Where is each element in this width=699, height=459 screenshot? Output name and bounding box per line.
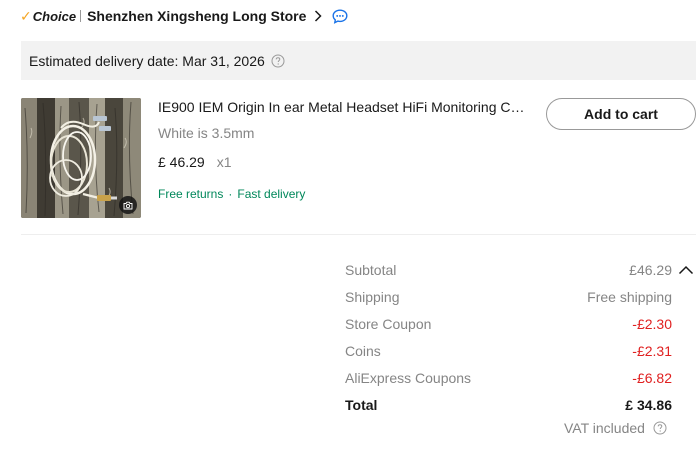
chevron-right-icon[interactable]	[314, 10, 322, 22]
summary-row-total: Total £ 34.86	[345, 391, 672, 418]
product-quantity: x1	[216, 154, 232, 170]
product-image[interactable]	[21, 98, 141, 218]
chevron-up-icon[interactable]	[678, 262, 694, 280]
choice-label: Choice	[32, 8, 77, 24]
product-price: £ 46.29	[158, 154, 205, 170]
vat-note: VAT included	[564, 420, 667, 436]
summary-row-store-coupon: Store Coupon -£2.30	[345, 310, 672, 337]
summary-row-aliexpress-coupons: AliExpress Coupons -£6.82	[345, 364, 672, 391]
choice-check-icon: ✓	[20, 7, 32, 24]
store-name-link[interactable]: Shenzhen Xingsheng Long Store	[87, 8, 306, 24]
aliexpress-coupons-label: AliExpress Coupons	[345, 369, 472, 386]
summary-row-coins: Coins -£2.31	[345, 337, 672, 364]
product-item: IE900 IEM Origin In ear Metal Headset Hi…	[21, 98, 696, 218]
store-coupon-value: -£2.30	[632, 315, 672, 332]
store-header: ✓ Choice Shenzhen Xingsheng Long Store	[20, 6, 348, 26]
product-price-row: £ 46.29 x1	[158, 154, 232, 170]
coins-value: -£2.31	[632, 342, 672, 359]
aliexpress-coupons-value: -£6.82	[632, 369, 672, 386]
shipping-value: Free shipping	[587, 288, 672, 305]
divider	[21, 234, 696, 235]
shipping-label: Shipping	[345, 288, 400, 305]
total-value: £ 34.86	[625, 396, 672, 413]
choice-separator	[80, 10, 82, 22]
summary-row-subtotal: Subtotal £46.29	[345, 256, 672, 283]
choice-badge: ✓ Choice	[20, 8, 76, 25]
summary-row-shipping: Shipping Free shipping	[345, 283, 672, 310]
coins-label: Coins	[345, 342, 381, 359]
total-label: Total	[345, 396, 378, 413]
subtotal-label: Subtotal	[345, 261, 397, 278]
product-title-link[interactable]: IE900 IEM Origin In ear Metal Headset Hi…	[158, 99, 528, 115]
product-variant: White is 3.5mm	[158, 125, 255, 141]
delivery-bar: Estimated delivery date: Mar 31, 2026	[21, 41, 696, 80]
delivery-date-text: Estimated delivery date: Mar 31, 2026	[29, 52, 265, 69]
vat-help-icon[interactable]	[653, 421, 667, 435]
delivery-help-icon[interactable]	[271, 54, 285, 68]
product-services: Free returns · Fast delivery	[158, 187, 305, 201]
add-to-cart-button[interactable]: Add to cart	[546, 98, 696, 130]
store-coupon-label: Store Coupon	[345, 315, 432, 332]
free-returns-label: Free returns	[158, 187, 224, 201]
chat-icon[interactable]	[332, 8, 348, 24]
order-summary: Subtotal £46.29 Shipping Free shipping S…	[345, 256, 672, 418]
camera-icon[interactable]	[119, 196, 137, 214]
subtotal-value: £46.29	[629, 261, 672, 278]
vat-included-text: VAT included	[564, 420, 645, 436]
service-separator: ·	[228, 187, 233, 201]
fast-delivery-label: Fast delivery	[237, 187, 306, 201]
